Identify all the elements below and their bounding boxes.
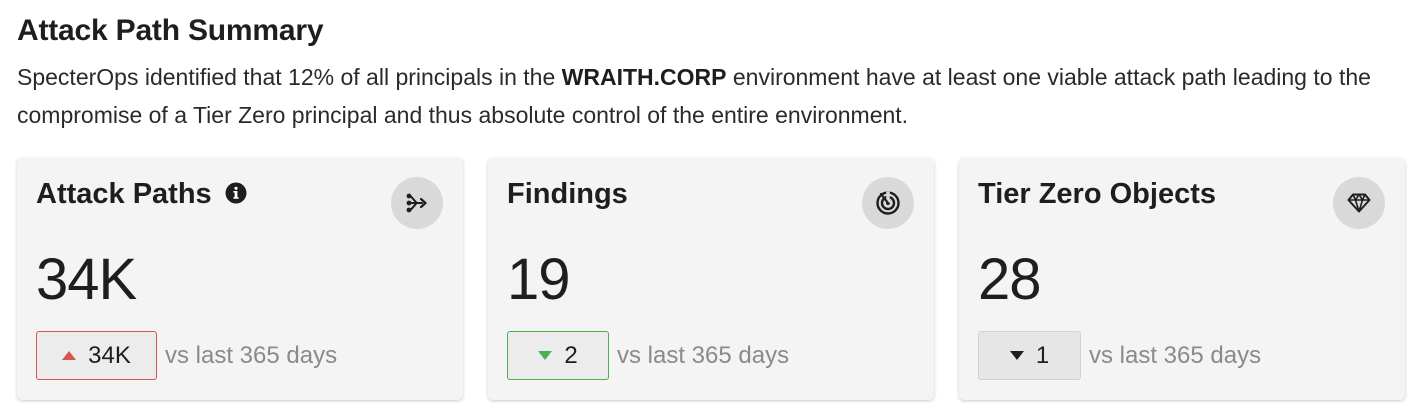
info-icon[interactable]: [225, 182, 247, 204]
section-title: Attack Path Summary: [17, 14, 324, 47]
trend-row: 2 vs last 365 days: [507, 331, 789, 380]
trend-label: vs last 365 days: [617, 341, 790, 369]
gem-icon: [1333, 177, 1385, 229]
card-title-row: Attack Paths: [36, 178, 247, 211]
caret-up-icon: [62, 351, 77, 360]
radar-icon: [862, 177, 914, 229]
card-title-row: Tier Zero Objects: [978, 178, 1216, 211]
card-value: 28: [978, 247, 1042, 312]
findings-card: Findings 19 2 vs last 365 days: [488, 158, 934, 400]
attack-path-icon: [391, 177, 443, 229]
card-title: Tier Zero Objects: [978, 178, 1216, 210]
trend-label: vs last 365 days: [1089, 341, 1262, 369]
trend-value: 1: [1035, 341, 1050, 369]
caret-down-icon: [538, 351, 553, 360]
tier-zero-objects-card: Tier Zero Objects 28 1 vs last 365 days: [959, 158, 1405, 400]
attack-path-summary-section: Attack Path Summary SpecterOps identifie…: [0, 0, 1428, 420]
trend-value: 2: [564, 341, 578, 369]
trend-row: 34K vs last 365 days: [36, 331, 337, 380]
card-title: Attack Paths: [36, 178, 212, 210]
caret-down-icon: [1009, 351, 1024, 360]
attack-paths-card: Attack Paths 34K 34K vs last 365 days: [17, 158, 463, 400]
trend-value: 34K: [88, 341, 131, 369]
description-prefix: SpecterOps identified that 12% of all pr…: [17, 64, 562, 90]
card-value: 34K: [36, 247, 137, 312]
trend-row: 1 vs last 365 days: [978, 331, 1261, 380]
environment-name: WRAITH.CORP: [561, 64, 727, 90]
trend-label: vs last 365 days: [165, 341, 338, 369]
card-title-row: Findings: [507, 178, 628, 211]
card-value: 19: [507, 247, 571, 312]
section-description: SpecterOps identified that 12% of all pr…: [17, 58, 1417, 134]
card-title: Findings: [507, 178, 628, 210]
trend-badge: 1: [978, 331, 1081, 380]
trend-badge: 2: [507, 331, 609, 380]
trend-badge: 34K: [36, 331, 157, 380]
